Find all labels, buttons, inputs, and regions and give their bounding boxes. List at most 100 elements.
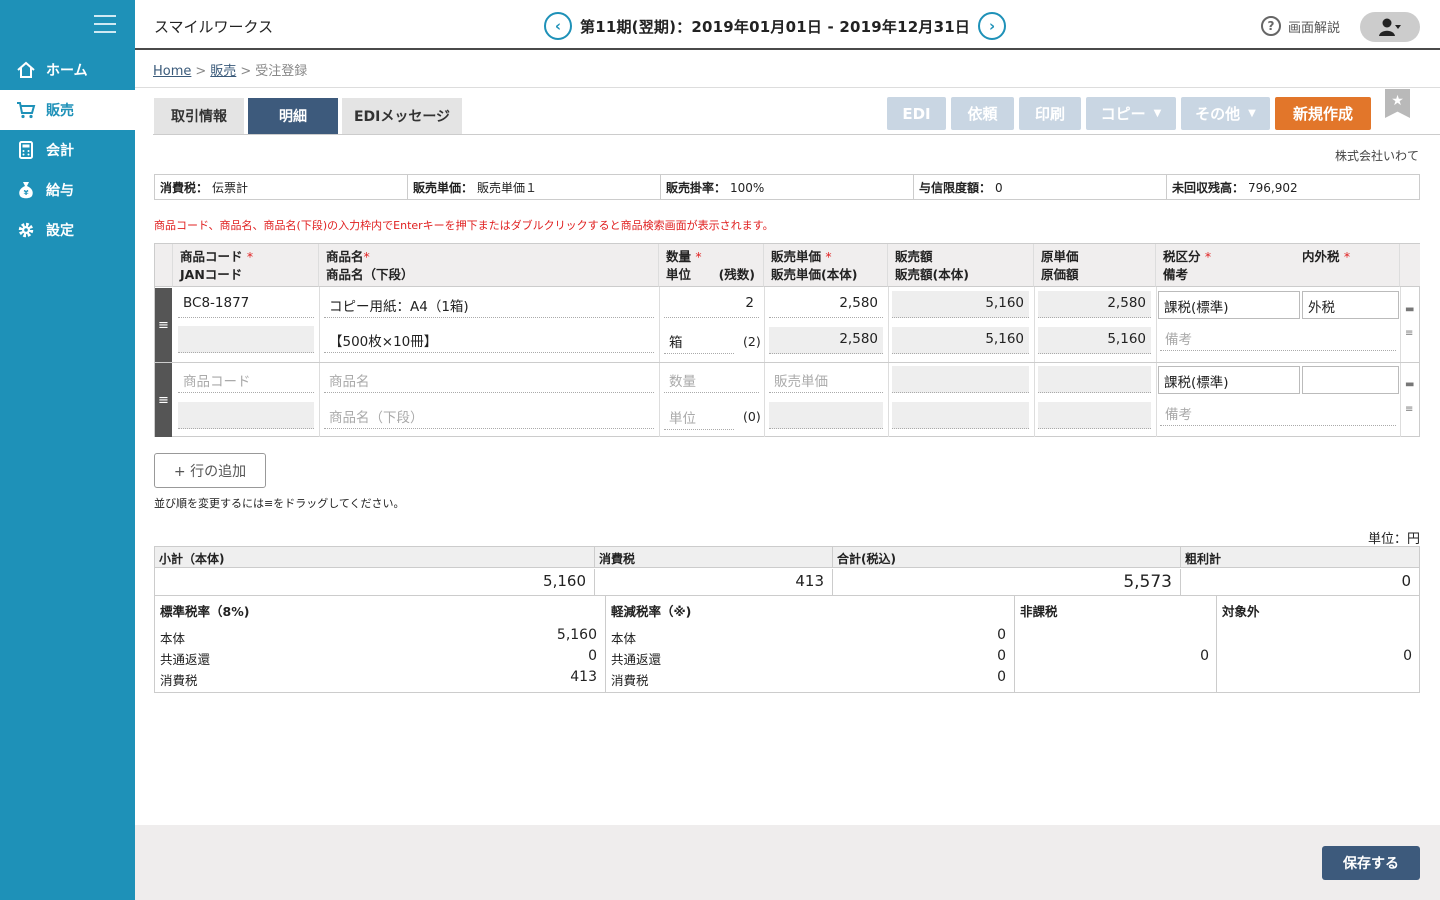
info-bar: 消費税： 伝票計 販売単価： 販売単価１ 販売掛率： 100% 与信限度額： 0 未回収… bbox=[154, 174, 1420, 200]
tax-category-select[interactable]: 課税(標準) bbox=[1158, 291, 1300, 319]
qty-field[interactable]: 数量 bbox=[664, 366, 759, 393]
tax-inclusion-select[interactable]: 外税 bbox=[1302, 291, 1399, 319]
std-tax-value: 413 bbox=[570, 669, 597, 685]
next-period-icon[interactable]: › bbox=[978, 12, 1007, 40]
grid-header-code: 商品コード * JANコード bbox=[173, 244, 319, 287]
product-code-field[interactable]: 商品コード bbox=[178, 366, 314, 393]
reduced-body-value: 0 bbox=[997, 627, 1006, 643]
tab-edi-message[interactable]: EDIメッセージ bbox=[342, 98, 462, 134]
jan-code-field[interactable] bbox=[178, 326, 314, 353]
subtotal-value: 5,160 bbox=[155, 569, 595, 595]
grid-header-cost: 原単価 原価額 bbox=[1034, 244, 1156, 287]
period-selector: ‹ 第11期(翌期)：2019年01月01日 - 2019年12月31日 › bbox=[544, 12, 1007, 40]
bookmark-star-icon[interactable]: ★ bbox=[1385, 89, 1410, 118]
tax-category-select[interactable]: 課税(標準) bbox=[1158, 366, 1300, 394]
nontax-value: 0 bbox=[1200, 648, 1209, 664]
product-name2-field[interactable]: 商品名（下段） bbox=[324, 402, 654, 429]
sidebar-item-label: 設定 bbox=[46, 223, 74, 239]
product-name-field[interactable]: コピー用紙：A4（1箱) bbox=[324, 291, 654, 318]
print-button[interactable]: 印刷 bbox=[1019, 97, 1081, 130]
help-button[interactable]: ? 画面解説 bbox=[1261, 16, 1340, 36]
amount-body-field: 5,160 bbox=[892, 327, 1029, 354]
amount-body-field bbox=[892, 402, 1029, 429]
grid-header-tax: 税区分 * 備考 内外税 * bbox=[1156, 244, 1400, 287]
save-button[interactable]: 保存する bbox=[1322, 846, 1420, 880]
col-divider bbox=[1216, 595, 1217, 692]
memo-field[interactable]: 備考 bbox=[1160, 324, 1396, 351]
product-name2-field[interactable]: 【500枚×10冊】 bbox=[324, 326, 654, 353]
reduced-rebate-value: 0 bbox=[997, 648, 1006, 664]
nontax-label: 非課税 bbox=[1020, 604, 1058, 619]
comment-icon[interactable]: ▬ bbox=[1405, 379, 1415, 390]
product-name-field[interactable]: 商品名 bbox=[324, 366, 654, 393]
user-icon bbox=[1379, 18, 1401, 36]
cost-price-field: 2,580 bbox=[1038, 291, 1151, 318]
drag-handle-icon[interactable]: ≡ bbox=[155, 363, 172, 437]
breadcrumb: Home > 販売 > 受注登録 bbox=[153, 60, 307, 79]
std-body-value: 5,160 bbox=[556, 627, 597, 643]
new-button[interactable]: 新規作成 bbox=[1275, 97, 1371, 130]
breadcrumb-home[interactable]: Home bbox=[153, 64, 191, 79]
add-row-button[interactable]: + 行の追加 bbox=[154, 453, 266, 488]
product-code-field[interactable]: BC8-1877 bbox=[178, 291, 314, 318]
total-label: 合計(税込) bbox=[833, 547, 1181, 568]
unit-label: 単位：円 bbox=[1367, 532, 1420, 547]
price-body-field: 2,580 bbox=[769, 327, 883, 354]
remain-value: (2) bbox=[743, 334, 761, 349]
other-label: その他 bbox=[1195, 105, 1241, 123]
tax-value: 413 bbox=[595, 569, 833, 595]
footer-bar bbox=[135, 825, 1440, 900]
comment-icon[interactable]: ▬ bbox=[1405, 304, 1415, 315]
list-icon[interactable]: ≡ bbox=[1405, 404, 1415, 415]
sidebar-item-sales[interactable]: 販売 bbox=[0, 90, 135, 130]
top-bar: スマイルワークス ‹ 第11期(翌期)：2019年01月01日 - 2019年1… bbox=[135, 0, 1440, 50]
svg-text:¥: ¥ bbox=[24, 189, 29, 197]
price-field[interactable]: 販売単価 bbox=[769, 366, 883, 393]
request-button[interactable]: 依頼 bbox=[951, 97, 1014, 130]
edi-button[interactable]: EDI bbox=[887, 97, 946, 130]
std-body-label: 本体 bbox=[160, 631, 186, 646]
list-icon[interactable]: ≡ bbox=[1405, 328, 1415, 339]
money-bag-icon: ¥ bbox=[19, 182, 33, 199]
breadcrumb-separator: > bbox=[240, 64, 252, 79]
row-divider bbox=[155, 362, 1420, 363]
tab-details[interactable]: 明細 bbox=[248, 98, 338, 134]
qty-field[interactable]: 2 bbox=[664, 291, 759, 318]
grid-header-name: 商品名* 商品名（下段） bbox=[319, 244, 659, 287]
unit-field[interactable]: 単位 bbox=[664, 403, 734, 430]
std-rate-label: 標準税率（8%) bbox=[160, 604, 250, 619]
cost-amount-field: 5,160 bbox=[1038, 327, 1151, 354]
menu-toggle-icon[interactable] bbox=[94, 15, 116, 35]
memo-field[interactable]: 備考 bbox=[1160, 399, 1396, 426]
cart-icon bbox=[17, 102, 36, 119]
sidebar-item-settings[interactable]: 設定 bbox=[0, 210, 135, 250]
reduced-tax-value: 0 bbox=[997, 669, 1006, 685]
sidebar-item-payroll[interactable]: ¥ 給与 bbox=[0, 170, 135, 210]
sidebar-item-label: ホーム bbox=[46, 63, 88, 79]
jan-code-field[interactable] bbox=[178, 402, 314, 429]
prev-period-icon[interactable]: ‹ bbox=[544, 12, 572, 40]
price-field[interactable]: 2,580 bbox=[769, 291, 883, 318]
gear-icon bbox=[18, 222, 34, 238]
price-body-field bbox=[769, 402, 883, 429]
unit-field[interactable]: 箱 bbox=[664, 327, 734, 354]
breadcrumb-sales[interactable]: 販売 bbox=[210, 64, 236, 79]
sidebar-item-accounting[interactable]: 会計 bbox=[0, 130, 135, 170]
home-icon bbox=[17, 61, 35, 78]
other-button[interactable]: その他 ▼ bbox=[1181, 97, 1270, 130]
tax-inclusion-select[interactable] bbox=[1302, 366, 1399, 394]
total-value: 5,573 bbox=[833, 569, 1181, 595]
profit-label: 粗利計 bbox=[1181, 547, 1419, 568]
reduced-rebate-label: 共通返還 bbox=[611, 652, 662, 667]
grid-header-qty: 数量 * 単位 (残数) bbox=[659, 244, 764, 287]
exempt-value: 0 bbox=[1403, 648, 1412, 664]
tab-transaction-info[interactable]: 取引情報 bbox=[154, 98, 244, 134]
exempt-label: 対象外 bbox=[1222, 604, 1260, 619]
summary-table: 小計（本体) 消費税 合計(税込) 粗利計 5,160 413 5,573 0 … bbox=[154, 546, 1420, 693]
user-menu-button[interactable] bbox=[1360, 12, 1420, 42]
divider bbox=[135, 87, 1440, 88]
drag-handle-icon[interactable]: ≡ bbox=[155, 288, 172, 362]
sidebar-item-home[interactable]: ホーム bbox=[0, 50, 135, 90]
help-label: 画面解説 bbox=[1288, 20, 1341, 36]
copy-button[interactable]: コピー ▼ bbox=[1086, 97, 1176, 130]
